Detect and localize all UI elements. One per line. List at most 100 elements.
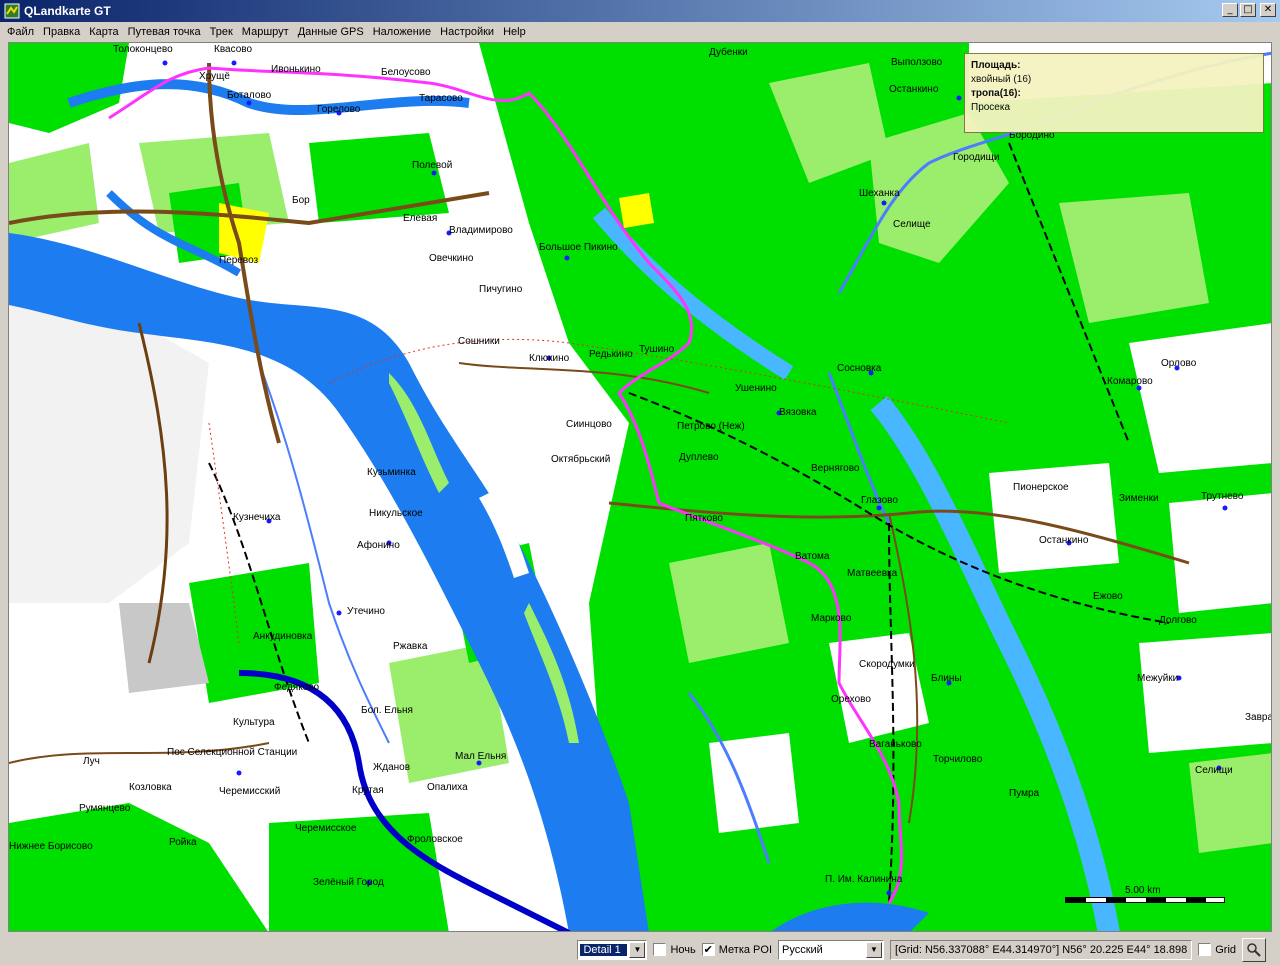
map-label[interactable]: Крутая xyxy=(352,785,384,796)
map-label[interactable]: Козловка xyxy=(129,782,172,793)
map-label[interactable]: Культура xyxy=(233,717,275,728)
map-label[interactable]: Анкудиновка xyxy=(253,631,313,642)
map-label[interactable]: Ушенино xyxy=(735,383,777,394)
map-label[interactable]: Глазово xyxy=(861,495,898,506)
menu-overlay[interactable]: Наложение xyxy=(368,23,435,41)
map-label[interactable]: Пумра xyxy=(1009,788,1040,799)
map-label[interactable]: Хрущё xyxy=(199,71,230,82)
map-label[interactable]: Останкино xyxy=(1039,535,1089,546)
map-label[interactable]: Боталово xyxy=(227,90,272,101)
map-label[interactable]: Овечкино xyxy=(429,253,474,264)
detail-select[interactable]: Detail 1 ▼ xyxy=(577,939,648,960)
minimize-button[interactable]: _ xyxy=(1222,3,1238,17)
map-label[interactable]: Межуйки xyxy=(1137,673,1178,684)
map-label[interactable]: Владимирово xyxy=(449,225,513,236)
maximize-button[interactable]: □ xyxy=(1240,3,1256,17)
map-label[interactable]: Ивонькино xyxy=(271,64,321,75)
map-canvas[interactable]: Толоконцево Квасово Хрущё Ивонькино Бело… xyxy=(8,42,1272,932)
map-label[interactable]: Заврагово xyxy=(1245,712,1272,723)
map-label[interactable]: Афонино xyxy=(357,539,400,551)
map-label[interactable]: Тушино xyxy=(639,344,675,355)
map-label[interactable]: Перевоз xyxy=(219,255,259,266)
night-toggle[interactable]: Ночь xyxy=(653,943,696,956)
map-label[interactable]: Орлово xyxy=(1161,358,1197,369)
map-label[interactable]: Пятково xyxy=(685,513,723,524)
map-label[interactable]: Сошники xyxy=(458,336,500,347)
map-label[interactable]: Елевая xyxy=(403,213,437,224)
map-label[interactable]: Пичугино xyxy=(479,284,523,295)
map-label[interactable]: Октябрьский xyxy=(551,453,610,465)
magnify-tool-button[interactable] xyxy=(1242,937,1266,962)
map-label[interactable]: Черемисский xyxy=(219,786,280,797)
map-label[interactable]: Останкино xyxy=(889,84,939,95)
map-label[interactable]: Никульское xyxy=(369,508,423,519)
map-label[interactable]: Зименки xyxy=(1119,493,1159,504)
map-label[interactable]: Скородумки xyxy=(859,659,915,670)
map-label[interactable]: Толоконцево xyxy=(113,44,173,55)
map-label[interactable]: Ежово xyxy=(1093,591,1123,602)
map-label[interactable]: П. Им. Калинина xyxy=(825,874,903,885)
map-label[interactable]: Дуплево xyxy=(679,452,719,463)
map-label[interactable]: Комарово xyxy=(1107,376,1153,387)
map-label[interactable]: Бол. Ельня xyxy=(361,705,413,716)
map-label[interactable]: Большое Пикино xyxy=(539,242,618,253)
map-label[interactable]: Петрово (Неж) xyxy=(677,421,745,432)
map-label[interactable]: Черемисское xyxy=(295,823,357,834)
map-label[interactable]: Зелёный Город xyxy=(313,877,384,888)
map-label[interactable]: Жданов xyxy=(373,762,410,773)
map-label[interactable]: Редькино xyxy=(589,349,633,360)
map-label[interactable]: Вязовка xyxy=(779,407,817,418)
map-label[interactable]: Трутнево xyxy=(1201,491,1244,502)
map-label[interactable]: Орехово xyxy=(831,694,871,705)
chevron-down-icon[interactable]: ▼ xyxy=(866,941,883,958)
map-label[interactable]: Ватома xyxy=(795,551,830,562)
menu-edit[interactable]: Правка xyxy=(38,23,84,41)
map-label[interactable]: Блины xyxy=(931,673,962,684)
map-label[interactable]: Горелово xyxy=(317,104,361,115)
menu-gps-data[interactable]: Данные GPS xyxy=(293,23,368,41)
menu-route[interactable]: Маршрут xyxy=(237,23,293,41)
map-label[interactable]: Мал Ельня xyxy=(455,751,506,762)
map-label[interactable]: Матвеевка xyxy=(847,568,898,579)
map-label[interactable]: Румянцево xyxy=(79,803,131,814)
map-label[interactable]: Пос Селекционной Станции xyxy=(167,747,297,758)
map-label[interactable]: Пионерское xyxy=(1013,482,1069,493)
map-label[interactable]: Сиинцово xyxy=(566,419,612,430)
language-select[interactable]: Русский ▼ xyxy=(778,939,885,960)
map-label[interactable]: Марково xyxy=(811,613,852,624)
map-label[interactable]: Квасово xyxy=(214,44,252,55)
map-label[interactable]: Нижнее Борисово xyxy=(9,841,93,852)
map-label[interactable]: Ройка xyxy=(169,837,197,848)
map-label[interactable]: Бор xyxy=(292,195,310,206)
map-label[interactable]: Клюкино xyxy=(529,353,570,364)
map-label[interactable]: Сосновка xyxy=(837,363,882,374)
map-label[interactable]: Фроловское xyxy=(407,834,463,845)
map-label[interactable]: Дубенки xyxy=(709,46,748,58)
map-label[interactable]: Тарасово xyxy=(419,93,463,104)
chevron-down-icon[interactable]: ▼ xyxy=(629,941,646,958)
map-label[interactable]: Выползово xyxy=(891,57,943,68)
map-label[interactable]: Ржавка xyxy=(393,641,428,652)
menu-settings[interactable]: Настройки xyxy=(435,23,498,41)
map-label[interactable]: Торчилово xyxy=(933,754,983,765)
map-label[interactable]: Вернягово xyxy=(811,463,860,474)
map-label[interactable]: Опалиха xyxy=(427,782,468,793)
map-svg[interactable]: Толоконцево Квасово Хрущё Ивонькино Бело… xyxy=(9,43,1272,932)
map-label[interactable]: Долгово xyxy=(1159,615,1197,626)
map-label[interactable]: Утечино xyxy=(347,606,385,617)
map-label[interactable]: Ваганьково xyxy=(869,739,922,750)
menu-waypoint[interactable]: Путевая точка xyxy=(123,23,205,41)
map-label[interactable]: Шеханка xyxy=(859,188,900,199)
poi-toggle[interactable]: ✔ Метка POI xyxy=(701,943,772,956)
map-label[interactable]: Селище xyxy=(893,219,931,230)
menu-file[interactable]: Файл xyxy=(2,23,38,41)
poi-checkbox[interactable]: ✔ xyxy=(701,943,715,956)
close-button[interactable]: ✕ xyxy=(1260,3,1276,17)
map-label[interactable]: Городищи xyxy=(953,152,999,163)
night-checkbox[interactable] xyxy=(653,943,667,956)
map-label[interactable]: Полевой xyxy=(412,160,452,171)
menu-track[interactable]: Трек xyxy=(205,23,237,41)
grid-toggle[interactable]: Grid xyxy=(1198,943,1236,956)
map-label[interactable]: Кузьминка xyxy=(367,467,416,478)
map-label[interactable]: Федяково xyxy=(274,682,319,693)
